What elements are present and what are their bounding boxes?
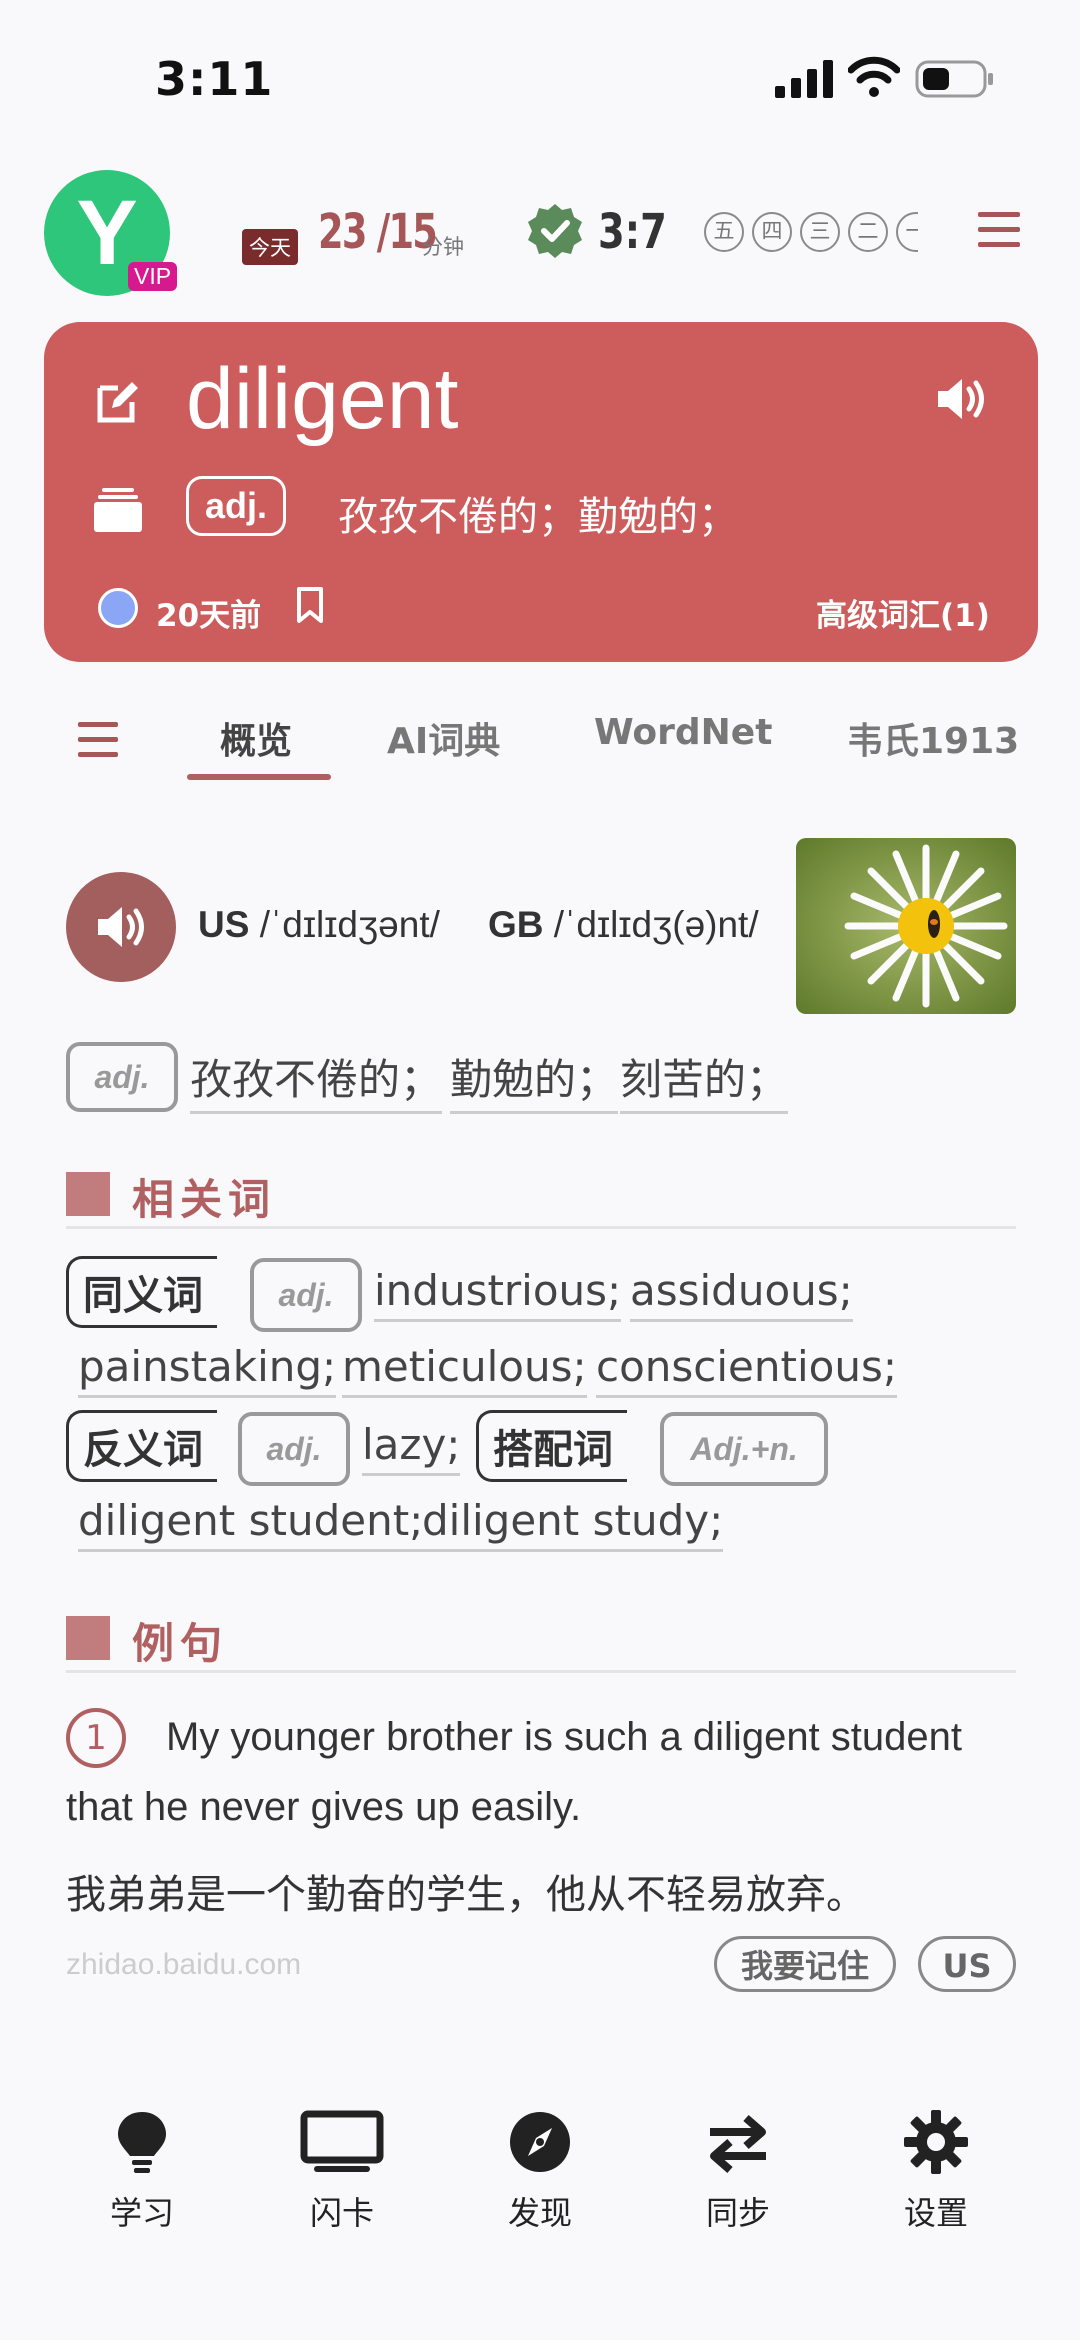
nav-settings[interactable]: 设置	[866, 2110, 1006, 2234]
example-accent-button[interactable]: US	[918, 1936, 1016, 1992]
us-label: US	[198, 904, 250, 945]
synonym-pos-badge: adj.	[250, 1258, 362, 1332]
today-badge: 今天	[242, 229, 298, 265]
gb-label: GB	[488, 904, 544, 945]
signal-icon	[775, 60, 833, 98]
nav-sync[interactable]: 同步	[668, 2110, 808, 2234]
meaning-item[interactable]: 刻苦的；	[620, 1046, 789, 1114]
hamburger-menu-icon[interactable]	[978, 212, 1020, 248]
nav-flashcards[interactable]: 闪卡	[272, 2110, 412, 2234]
synonym-item[interactable]: meticulous;	[342, 1342, 587, 1398]
collocation-label: 搭配词	[476, 1410, 627, 1482]
review-ratio: 3:7	[598, 204, 667, 260]
nav-label: 闪卡	[309, 2194, 374, 2232]
check-badge-icon	[528, 204, 582, 258]
gear-icon	[904, 2110, 968, 2174]
wifi-icon	[848, 56, 900, 97]
speaker-icon	[98, 907, 144, 947]
tab-ai-dictionary[interactable]: AI词典	[387, 712, 500, 764]
section-divider	[66, 1226, 1016, 1229]
related-section-title: 相关词	[132, 1175, 277, 1224]
monitor-icon	[300, 2110, 384, 2172]
meaning-item[interactable]: 孜孜不倦的；	[190, 1046, 443, 1114]
battery-icon	[915, 60, 993, 98]
word-image[interactable]	[796, 838, 1016, 1014]
definition-pos-badge: adj.	[66, 1042, 178, 1112]
remember-button[interactable]: 我要记住	[714, 1936, 896, 1992]
gb-ipa: /ˈdɪlɪdʒ(ə)nt/	[553, 904, 759, 945]
weekday-circle: 二	[848, 212, 888, 252]
nav-label: 发现	[507, 2194, 572, 2232]
weekday-circle: 三	[800, 212, 840, 252]
antonym-label: 反义词	[66, 1410, 217, 1482]
us-pronunciation[interactable]: US /ˈdɪlɪdʒənt/	[198, 904, 440, 946]
collocation-item[interactable]: diligent study;	[422, 1496, 724, 1552]
speaker-icon[interactable]	[934, 374, 988, 424]
sync-arrows-icon	[710, 2114, 766, 2174]
section-marker	[66, 1616, 110, 1660]
example-sentence-zh: 我弟弟是一个勤奋的学生，他从不轻易放弃。	[66, 1872, 866, 1918]
synonym-item[interactable]: assiduous;	[630, 1266, 853, 1322]
pronunciation-speaker-button[interactable]	[66, 872, 176, 982]
active-tab-indicator	[187, 774, 331, 780]
tab-overview[interactable]: 概览	[220, 712, 292, 764]
tab-webster[interactable]: 韦氏1913	[847, 712, 1019, 764]
antonym-item[interactable]: lazy;	[362, 1420, 461, 1476]
lightbulb-icon	[118, 2112, 166, 2173]
edit-icon[interactable]	[94, 378, 142, 426]
last-seen: 20天前	[156, 598, 262, 634]
synonym-item[interactable]: painstaking;	[78, 1342, 337, 1398]
weekday-circle: 四	[752, 212, 792, 252]
synonym-item[interactable]: industrious;	[374, 1266, 622, 1322]
compass-icon	[510, 2112, 570, 2172]
card-definition: 孜孜不倦的；勤勉的；	[338, 494, 738, 540]
headword: diligent	[186, 351, 459, 447]
example-source[interactable]: zhidao.baidu.com	[66, 1948, 301, 1982]
examples-section-title: 例句	[132, 1619, 229, 1668]
example-sentence-en[interactable]: My younger brother is such a diligent st…	[66, 1702, 996, 1842]
collocation-item[interactable]: diligent student;	[78, 1496, 424, 1552]
section-divider	[66, 1670, 1016, 1673]
vip-badge: VIP	[128, 262, 178, 291]
study-minutes: 23 /15	[318, 204, 438, 260]
weekday-circle: 五	[704, 212, 744, 252]
synonym-item[interactable]: conscientious;	[596, 1342, 897, 1398]
nav-discover[interactable]: 发现	[470, 2110, 610, 2234]
meaning-item[interactable]: 勤勉的；	[450, 1046, 619, 1114]
nav-label: 设置	[903, 2194, 968, 2232]
example-number: 1	[66, 1708, 126, 1768]
card-stack-icon[interactable]	[94, 486, 142, 532]
tabs-menu-icon[interactable]	[78, 722, 118, 758]
weekday-circle: 一	[896, 212, 918, 252]
word-level[interactable]: 高级词汇(1)	[816, 590, 990, 635]
card-pos-badge: adj.	[186, 476, 287, 536]
status-time: 3:11	[155, 52, 274, 106]
collocation-pos-badge: Adj.+n.	[660, 1412, 828, 1486]
us-ipa: /ˈdɪlɪdʒənt/	[259, 904, 440, 945]
nav-study[interactable]: 学习	[72, 2110, 212, 2234]
weekday-progress: 五 四 三 二 一	[704, 212, 918, 252]
gb-pronunciation[interactable]: GB /ˈdɪlɪdʒ(ə)nt/	[488, 904, 759, 946]
synonym-label: 同义词	[66, 1256, 217, 1328]
familiarity-dot	[98, 588, 138, 628]
section-marker	[66, 1172, 110, 1216]
antonym-pos-badge: adj.	[238, 1412, 350, 1486]
daisy-photo	[796, 838, 1016, 1014]
minutes-unit: 分钟	[422, 235, 464, 259]
tab-wordnet[interactable]: WordNet	[594, 712, 772, 753]
nav-label: 学习	[109, 2194, 174, 2232]
nav-label: 同步	[705, 2194, 770, 2232]
bookmark-icon[interactable]	[296, 586, 324, 624]
